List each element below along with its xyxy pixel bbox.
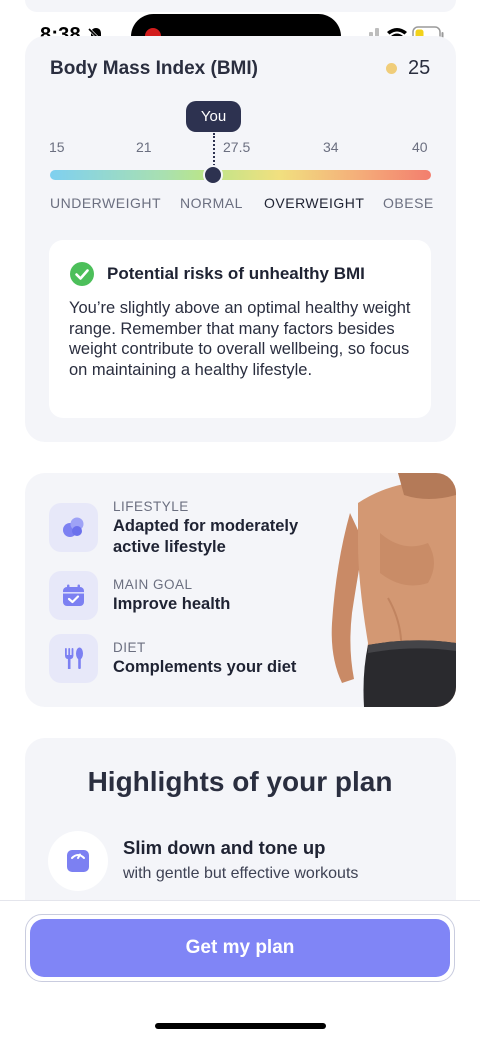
bmi-title: Body Mass Index (BMI) (50, 58, 258, 79)
get-my-plan-button[interactable]: Get my plan (30, 919, 450, 977)
bmi-tick: 21 (136, 139, 152, 155)
bmi-scale-marker (203, 165, 223, 185)
feature-label-lifestyle: LIFESTYLE (113, 499, 189, 514)
home-indicator[interactable] (155, 1023, 326, 1029)
calendar-check-icon (49, 571, 98, 620)
bmi-category-obese: OBESE (383, 195, 434, 211)
person-photo (328, 473, 456, 707)
highlight-item-subtitle: with gentle but effective workouts (123, 865, 359, 882)
risk-title: Potential risks of unhealthy BMI (107, 264, 365, 283)
you-marker-label: You (186, 101, 241, 132)
risk-description: You’re slightly above an optimal healthy… (69, 299, 411, 379)
check-circle-icon (70, 262, 94, 286)
feature-label-diet: DIET (113, 640, 146, 655)
lifestyle-icon (49, 503, 98, 552)
bmi-tick: 27.5 (223, 139, 251, 155)
scale-icon (48, 831, 108, 891)
bmi-tick: 34 (323, 139, 339, 155)
feature-value-diet: Complements your diet (113, 658, 297, 676)
feature-label-main-goal: MAIN GOAL (113, 577, 193, 592)
bmi-category-normal: NORMAL (180, 195, 243, 211)
bmi-tick: 15 (49, 139, 65, 155)
highlights-title: Highlights of your plan (87, 766, 393, 797)
bmi-tick: 40 (412, 139, 428, 155)
bmi-category-underweight: UNDERWEIGHT (50, 195, 162, 211)
feature-value-lifestyle: Adapted for moderately active lifestyle (113, 517, 299, 556)
bmi-indicator-dot (386, 63, 397, 74)
cutlery-icon (49, 634, 98, 683)
bmi-value: 25 (408, 57, 431, 79)
highlight-item-title: Slim down and tone up (123, 837, 326, 858)
bmi-scale-bar (50, 170, 431, 180)
bmi-category-overweight: OVERWEIGHT (264, 195, 365, 211)
feature-value-main-goal: Improve health (113, 595, 231, 613)
